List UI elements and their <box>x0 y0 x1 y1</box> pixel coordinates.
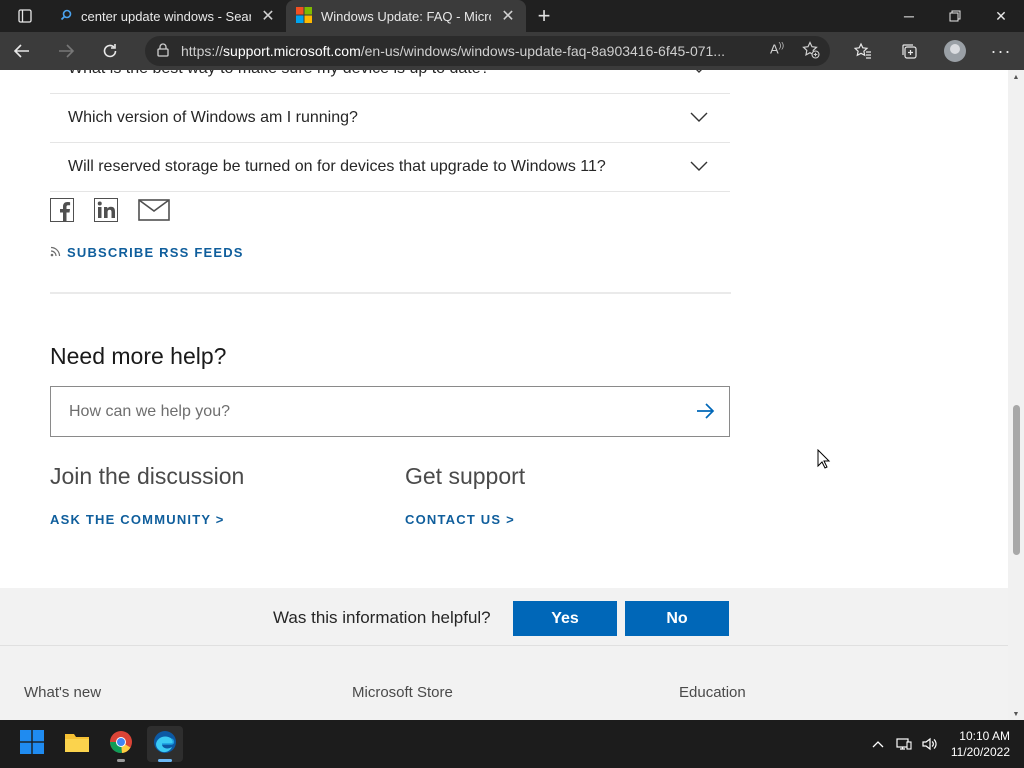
read-aloud-icon[interactable]: A)) <box>770 41 784 62</box>
avatar-icon <box>944 40 966 62</box>
need-more-help-heading: Need more help? <box>50 343 227 369</box>
edge-icon <box>153 730 177 759</box>
chrome-button[interactable] <box>103 726 139 762</box>
mouse-cursor-icon <box>817 448 831 474</box>
rss-icon <box>50 245 61 260</box>
join-discussion-heading: Join the discussion <box>50 463 245 489</box>
address-bar[interactable]: https://support.microsoft.com/en-us/wind… <box>145 36 830 66</box>
url-path: /en-us/windows/windows-update-faq-8a9034… <box>360 43 725 59</box>
help-search-input[interactable] <box>69 402 669 421</box>
close-window-button[interactable]: ✕ <box>978 0 1024 32</box>
refresh-button[interactable] <box>88 32 132 70</box>
start-button[interactable] <box>14 726 50 762</box>
footer-heading-microsoft-store: Microsoft Store <box>352 684 453 701</box>
clock-date: 11/20/2022 <box>950 745 1010 759</box>
settings-more-icon[interactable]: ··· <box>978 32 1024 70</box>
no-button[interactable]: No <box>625 601 729 636</box>
profile-avatar[interactable] <box>932 32 978 70</box>
favorites-icon[interactable] <box>840 32 886 70</box>
scrollbar-thumb[interactable] <box>1013 405 1020 555</box>
tab-title: center update windows - Search <box>81 8 251 24</box>
forward-button[interactable] <box>44 32 88 70</box>
feedback-question: Was this information helpful? <box>273 608 491 627</box>
contact-us-link[interactable]: CONTACT US > <box>405 512 515 527</box>
tab-windows-update-faq[interactable]: Windows Update: FAQ - Microsof ✕ <box>286 0 526 32</box>
chevron-down-icon[interactable] <box>690 70 708 78</box>
subscribe-rss-link[interactable]: SUBSCRIBE RSS FEEDS <box>50 245 244 260</box>
tab-title: Windows Update: FAQ - Microsof <box>321 8 491 24</box>
facebook-icon[interactable] <box>50 198 74 227</box>
volume-icon[interactable] <box>917 737 943 751</box>
tab-search[interactable]: center update windows - Search ✕ <box>50 0 286 32</box>
collections-icon[interactable] <box>886 32 932 70</box>
folder-icon <box>64 731 90 758</box>
network-icon[interactable] <box>891 737 917 751</box>
minimize-button[interactable]: ─ <box>886 0 932 32</box>
faq-question: Will reserved storage be turned on for d… <box>68 158 606 175</box>
clock[interactable]: 10:10 AM 11/20/2022 <box>943 728 1024 760</box>
url-host: support.microsoft.com <box>223 43 361 59</box>
close-tab-icon[interactable]: ✕ <box>260 6 276 26</box>
footer-heading-whats-new: What's new <box>24 684 102 701</box>
url-text: https://support.microsoft.com/en-us/wind… <box>181 43 741 59</box>
new-tab-button[interactable]: + <box>526 0 562 32</box>
tab-bar: center update windows - Search ✕ Windows… <box>0 0 1024 32</box>
chevron-up-icon[interactable] <box>865 740 891 748</box>
edge-button[interactable] <box>147 726 183 762</box>
chevron-down-icon[interactable] <box>690 109 708 127</box>
section-divider <box>50 292 731 294</box>
scroll-up-arrow-icon[interactable]: ▲ <box>1011 74 1021 81</box>
windows-logo-icon <box>20 729 44 759</box>
footer-heading-education: Education <box>679 684 746 701</box>
feedback-bar: Was this information helpful? Yes No <box>0 588 1008 646</box>
back-button[interactable] <box>0 32 44 70</box>
faq-question: Which version of Windows am I running? <box>68 109 358 126</box>
faq-item[interactable]: Which version of Windows am I running? <box>50 94 730 143</box>
tab-actions-button[interactable] <box>0 0 50 32</box>
page-scrollbar[interactable]: ▲ ▼ <box>1008 70 1024 720</box>
faq-item[interactable]: Will reserved storage be turned on for d… <box>50 143 730 192</box>
add-favorite-icon[interactable] <box>802 40 820 62</box>
file-explorer-button[interactable] <box>59 726 95 762</box>
get-support-heading: Get support <box>405 463 526 489</box>
url-prefix: https:// <box>181 43 224 59</box>
close-tab-icon[interactable]: ✕ <box>500 6 516 26</box>
arrow-right-icon[interactable] <box>695 401 715 426</box>
chevron-down-icon[interactable] <box>690 158 708 176</box>
system-tray: 10:10 AM 11/20/2022 <box>865 720 1024 768</box>
page-footer: What's new Microsoft Store Education <box>0 646 1008 720</box>
search-icon <box>60 9 72 24</box>
linkedin-icon[interactable] <box>94 198 118 227</box>
browser-toolbar: https://support.microsoft.com/en-us/wind… <box>0 32 1024 70</box>
restore-button[interactable] <box>932 0 978 32</box>
clock-time: 10:10 AM <box>959 729 1010 743</box>
ask-community-link[interactable]: ASK THE COMMUNITY > <box>50 512 225 527</box>
faq-item[interactable]: What is the best way to make sure my dev… <box>50 70 730 94</box>
microsoft-logo-icon <box>296 6 312 26</box>
share-links <box>50 198 170 227</box>
lock-icon[interactable] <box>157 42 169 60</box>
running-indicator <box>117 759 125 762</box>
faq-question: What is the best way to make sure my dev… <box>68 70 490 78</box>
active-app-indicator <box>158 759 172 762</box>
rss-label: SUBSCRIBE RSS FEEDS <box>67 245 244 260</box>
help-search-box[interactable] <box>50 386 730 437</box>
taskbar: 10:10 AM 11/20/2022 <box>0 720 1024 768</box>
chrome-icon <box>109 730 133 759</box>
yes-button[interactable]: Yes <box>513 601 617 636</box>
scroll-down-arrow-icon[interactable]: ▼ <box>1011 711 1021 718</box>
email-icon[interactable] <box>138 199 170 226</box>
web-page: What is the best way to make sure my dev… <box>0 70 1008 720</box>
